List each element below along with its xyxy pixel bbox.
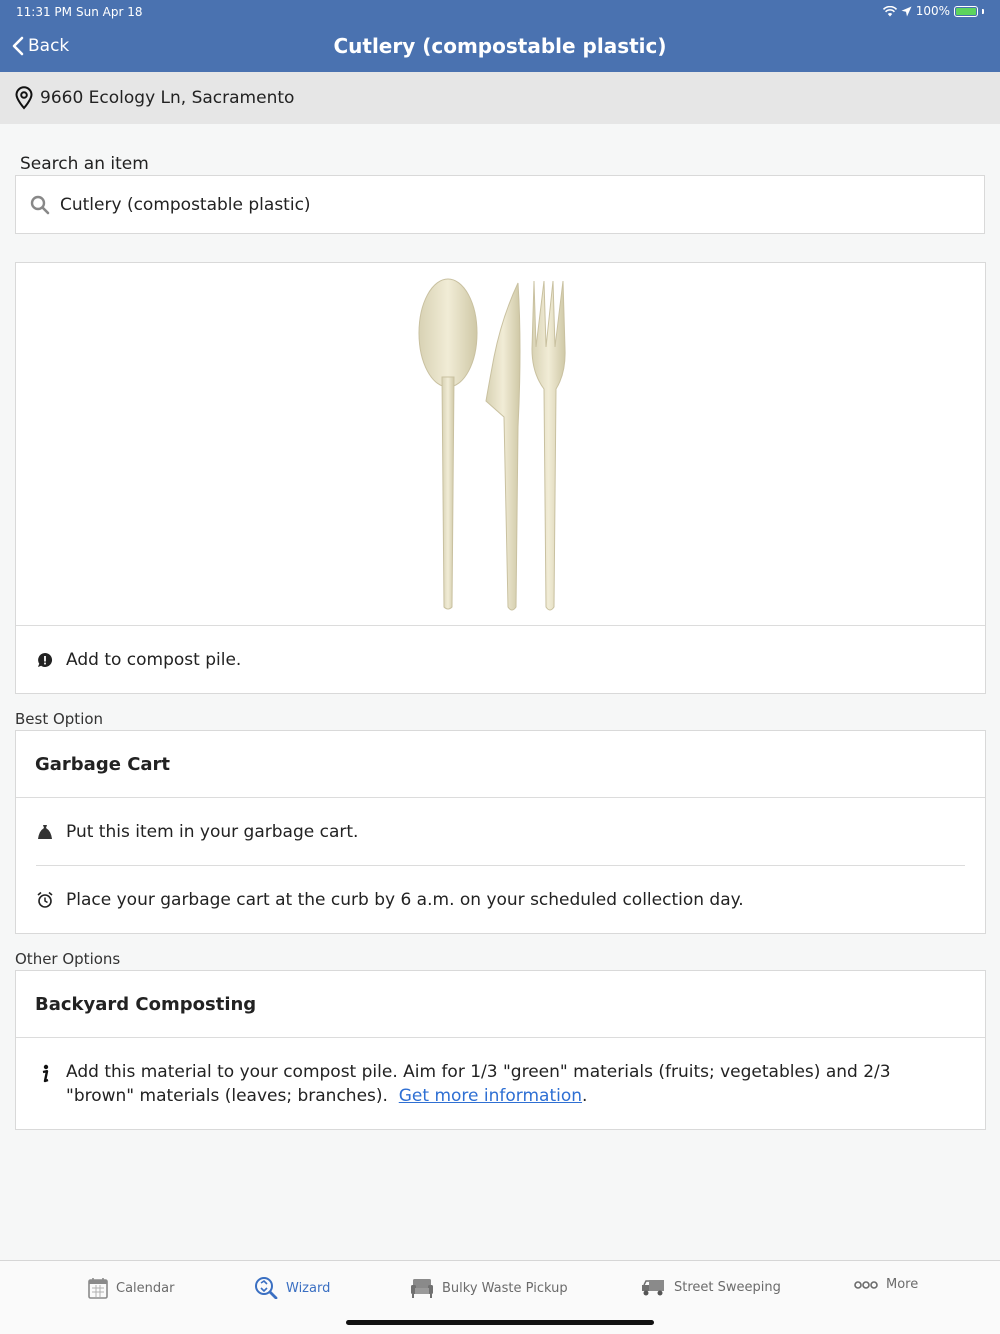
- search-label: Search an item: [20, 154, 149, 174]
- cutlery-image: [418, 278, 566, 611]
- address-text: 9660 Ecology Ln, Sacramento: [40, 88, 295, 108]
- page-title: Cutlery (compostable plastic): [333, 34, 667, 58]
- alert-bubble-icon: [38, 652, 53, 667]
- tab-bulky-waste-pickup-label: Bulky Waste Pickup: [442, 1280, 568, 1296]
- tab-wizard-label: Wizard: [286, 1280, 331, 1296]
- status-date: Sun Apr 18: [76, 5, 143, 19]
- tab-street-sweeping-label: Street Sweeping: [674, 1279, 781, 1295]
- best-option-instruction: Put this item in your garbage cart.: [16, 798, 985, 865]
- chevron-left-icon: [12, 36, 24, 56]
- status-time: 11:31 PM: [16, 5, 72, 19]
- more-dots-icon: [854, 1280, 878, 1289]
- back-label: Back: [28, 36, 70, 56]
- item-note-row: Add to compost pile.: [16, 626, 985, 693]
- battery-percent: 100%: [915, 4, 950, 18]
- best-option-label: Best Option: [15, 710, 104, 728]
- nav-header: 11:31 PM Sun Apr 18 100% Back Cutlery (c…: [0, 0, 1000, 72]
- home-indicator: [346, 1320, 654, 1325]
- sweeper-truck-icon: [642, 1280, 664, 1296]
- best-option-line-2: Place your garbage cart at the curb by 6…: [66, 889, 744, 910]
- tab-wizard[interactable]: Wizard: [254, 1277, 330, 1299]
- other-option-title: Backyard Composting: [16, 971, 985, 1038]
- other-option-text-block: Add this material to your compost pile. …: [66, 1060, 945, 1108]
- garbage-bag-icon: [38, 824, 52, 839]
- other-option-description: Add this material to your compost pile. …: [16, 1038, 985, 1108]
- best-option-title: Garbage Cart: [16, 731, 985, 798]
- search-input[interactable]: Cutlery (compostable plastic): [15, 175, 985, 234]
- recycle-search-icon: [255, 1277, 278, 1299]
- back-button[interactable]: Back: [12, 36, 69, 56]
- alarm-clock-icon: [37, 891, 53, 908]
- info-icon: [42, 1064, 49, 1083]
- search-value: Cutlery (compostable plastic): [60, 194, 311, 215]
- battery-tip: [982, 8, 984, 14]
- tab-calendar-label: Calendar: [116, 1280, 175, 1296]
- tab-more-label: More: [886, 1277, 919, 1292]
- sofa-icon: [411, 1279, 433, 1298]
- battery-icon: [954, 5, 978, 17]
- other-option-card[interactable]: Backyard Composting Add this material to…: [15, 970, 986, 1130]
- best-option-line-1: Put this item in your garbage cart.: [66, 821, 359, 842]
- location-arrow-icon: [901, 6, 912, 16]
- tab-street-sweeping[interactable]: Street Sweeping: [640, 1277, 781, 1297]
- calendar-icon: [88, 1278, 108, 1299]
- other-option-trailing: .: [582, 1086, 588, 1106]
- tab-bulky-waste-pickup[interactable]: Bulky Waste Pickup: [410, 1277, 568, 1299]
- wifi-icon: [882, 5, 897, 16]
- get-more-information-link[interactable]: Get more information: [399, 1086, 582, 1106]
- status-bar: 11:31 PM Sun Apr 18 100%: [0, 0, 1000, 24]
- best-option-card[interactable]: Garbage Cart Put this item in your garba…: [15, 730, 986, 934]
- address-bar[interactable]: 9660 Ecology Ln, Sacramento: [0, 72, 1000, 124]
- best-option-schedule: Place your garbage cart at the curb by 6…: [16, 866, 985, 933]
- tab-calendar[interactable]: Calendar: [88, 1277, 174, 1299]
- item-note-text: Add to compost pile.: [66, 649, 242, 670]
- tab-more[interactable]: More: [854, 1277, 918, 1292]
- item-image-area: [16, 263, 985, 626]
- item-card: Add to compost pile.: [15, 262, 986, 694]
- location-pin-icon: [15, 86, 33, 110]
- status-indicators: 100%: [882, 4, 984, 18]
- other-options-label: Other Options: [15, 950, 121, 968]
- search-icon: [30, 195, 50, 214]
